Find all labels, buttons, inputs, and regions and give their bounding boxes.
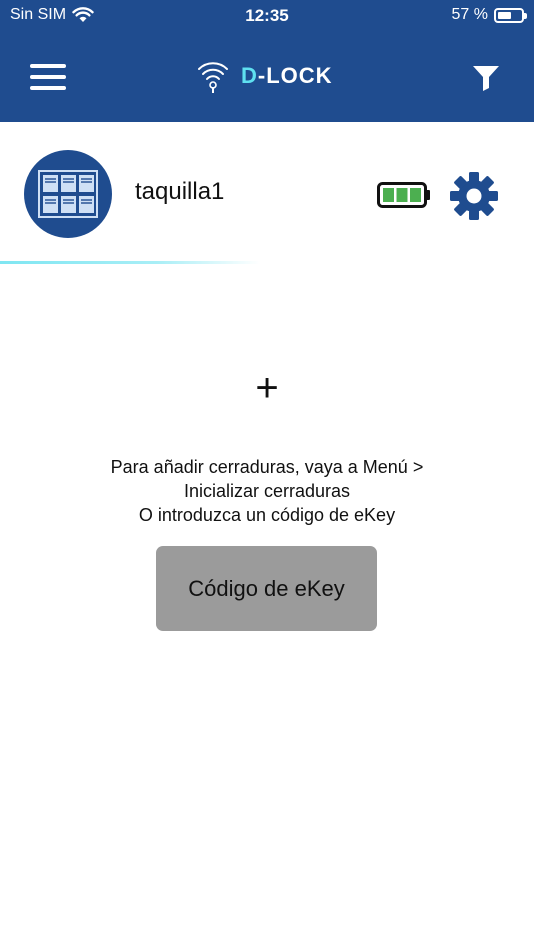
status-bar: Sin SIM 12:35 57 % [0,0,534,30]
locker-icon [38,170,98,218]
wifi-lock-logo-icon [198,62,228,93]
selection-underline [0,261,260,264]
hamburger-menu-icon [30,64,66,68]
app-logo: D-LOCK [193,56,333,96]
app-header: Sin SIM 12:35 57 % D-LOCK [0,0,534,122]
battery-percent: 57 % [451,6,488,23]
lock-battery [377,182,431,208]
hint-line-2: Inicializar cerraduras [183,481,351,501]
status-battery-icon [494,7,527,23]
empty-state-hint: Para añadir cerraduras, vaya a Menú > In… [0,455,534,527]
hint-line-1: Para añadir cerraduras, vaya a Menú > [110,457,424,477]
gear-icon [450,172,498,220]
status-right: 57 % [451,6,527,24]
brand-name: D-LOCK [241,63,333,88]
lock-name: taquilla1 [135,178,225,205]
filter-funnel-icon [473,66,499,91]
battery-full-icon [377,182,430,208]
filter-button[interactable] [470,62,502,92]
lock-avatar [24,150,112,238]
ekey-code-button[interactable]: Código de eKey [156,546,377,631]
add-lock-icon[interactable]: + [0,368,534,408]
lock-list-item[interactable]: taquilla1 [0,122,534,264]
menu-button[interactable] [30,64,66,90]
hint-line-3: O introduzca un código de eKey [138,505,396,525]
lock-settings-button[interactable] [448,170,500,222]
